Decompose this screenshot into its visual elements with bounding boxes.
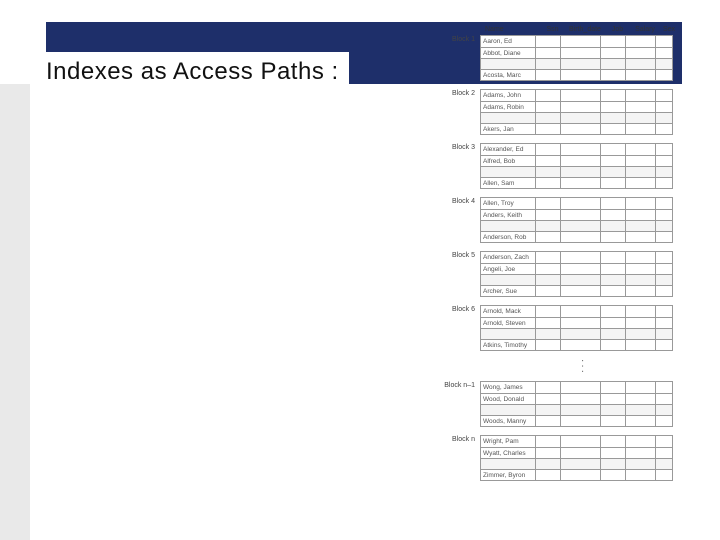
table-row: Angeli, Joe [481,263,672,274]
ellipsis-dots: ··· [580,359,585,375]
table-row: Archer, Sue [481,285,672,296]
blocks-diagram: Name Ssn Birth_date Job Salary Sex Block… [440,26,680,489]
name-cell: Adams, John [481,90,536,101]
block-label: Block 4 [440,197,480,205]
table-gap-row [481,58,672,69]
block-table: Anderson, ZachAngeli, Joe Archer, Sue [480,251,673,297]
block: Block 5Anderson, ZachAngeli, Joe Archer, … [440,251,680,297]
block-label: Block 1 [440,35,480,43]
name-cell: Abbot, Diane [481,48,536,58]
name-cell: Archer, Sue [481,286,536,296]
table-row: Wong, James [481,382,672,393]
name-cell: Alfred, Bob [481,156,536,166]
name-cell: Zimmer, Byron [481,470,536,480]
table-row: Alfred, Bob [481,155,672,166]
col-salary: Salary [630,26,660,33]
table-row: Atkins, Timothy [481,339,672,350]
table-gap-row [481,112,672,123]
table-gap-row [481,328,672,339]
block: Block 3Alexander, EdAlfred, Bob Allen, Sa… [440,143,680,189]
block: Block n–1Wong, JamesWood, Donald Woods, M… [440,381,680,427]
name-cell: Acosta, Marc [481,70,536,80]
block: Block nWright, PamWyatt, Charles Zimmer, … [440,435,680,481]
table-row: Arnold, Steven [481,317,672,328]
block-label: Block n [440,435,480,443]
block: Block 2Adams, JohnAdams, Robin Akers, Jan [440,89,680,135]
block: Block 1Aaron, EdAbbot, Diane Acosta, Marc [440,35,680,81]
block-table: Wright, PamWyatt, Charles Zimmer, Byron [480,435,673,481]
block-label: Block 5 [440,251,480,259]
name-cell: Adams, Robin [481,102,536,112]
col-birthdate: Birth_date [565,26,605,33]
table-row: Adams, John [481,90,672,101]
col-job: Job [605,26,630,33]
block-table: Aaron, EdAbbot, Diane Acosta, Marc [480,35,673,81]
name-cell: Wright, Pam [481,436,536,447]
name-cell: Wood, Donald [481,394,536,404]
block-table: Alexander, EdAlfred, Bob Allen, Sam [480,143,673,189]
table-row: Anders, Keith [481,209,672,220]
name-cell: Anderson, Zach [481,252,536,263]
table-gap-row [481,166,672,177]
name-cell: Allen, Sam [481,178,536,188]
table-row: Allen, Sam [481,177,672,188]
block-label: Block 2 [440,89,480,97]
name-cell: Atkins, Timothy [481,340,536,350]
name-cell: Arnold, Steven [481,318,536,328]
name-cell: Allen, Troy [481,198,536,209]
col-ssn: Ssn [540,26,565,33]
name-cell: Aaron, Ed [481,36,536,47]
col-name: Name [485,26,540,33]
block-table: Allen, TroyAnders, Keith Anderson, Rob [480,197,673,243]
block-label: Block n–1 [440,381,480,389]
name-cell: Woods, Manny [481,416,536,426]
table-row: Arnold, Mack [481,306,672,317]
block-label: Block 6 [440,305,480,313]
table-gap-row [481,404,672,415]
table-gap-row [481,220,672,231]
table-gap-row [481,274,672,285]
name-cell: Angeli, Joe [481,264,536,274]
table-row: Wyatt, Charles [481,447,672,458]
table-row: Abbot, Diane [481,47,672,58]
table-row: Zimmer, Byron [481,469,672,480]
table-row: Adams, Robin [481,101,672,112]
column-headers: Name Ssn Birth_date Job Salary Sex [485,26,680,33]
block-table: Wong, JamesWood, Donald Woods, Manny [480,381,673,427]
block: Block 4Allen, TroyAnders, Keith Anderson,… [440,197,680,243]
col-sex: Sex [660,26,678,33]
table-row: Wood, Donald [481,393,672,404]
name-cell: Alexander, Ed [481,144,536,155]
table-row: Allen, Troy [481,198,672,209]
block: Block 6Arnold, MackArnold, Steven Atkins,… [440,305,680,351]
table-row: Alexander, Ed [481,144,672,155]
block-label: Block 3 [440,143,480,151]
left-sidebar [0,84,30,540]
name-cell: Anders, Keith [481,210,536,220]
block-table: Adams, JohnAdams, Robin Akers, Jan [480,89,673,135]
table-row: Akers, Jan [481,123,672,134]
table-row: Wright, Pam [481,436,672,447]
name-cell: Wong, James [481,382,536,393]
table-row: Anderson, Rob [481,231,672,242]
block-table: Arnold, MackArnold, Steven Atkins, Timoth… [480,305,673,351]
name-cell: Arnold, Mack [481,306,536,317]
table-row: Acosta, Marc [481,69,672,80]
table-gap-row [481,458,672,469]
name-cell: Wyatt, Charles [481,448,536,458]
table-row: Anderson, Zach [481,252,672,263]
name-cell: Anderson, Rob [481,232,536,242]
table-row: Woods, Manny [481,415,672,426]
table-row: Aaron, Ed [481,36,672,47]
name-cell: Akers, Jan [481,124,536,134]
page-title: Indexes as Access Paths : [40,52,349,92]
